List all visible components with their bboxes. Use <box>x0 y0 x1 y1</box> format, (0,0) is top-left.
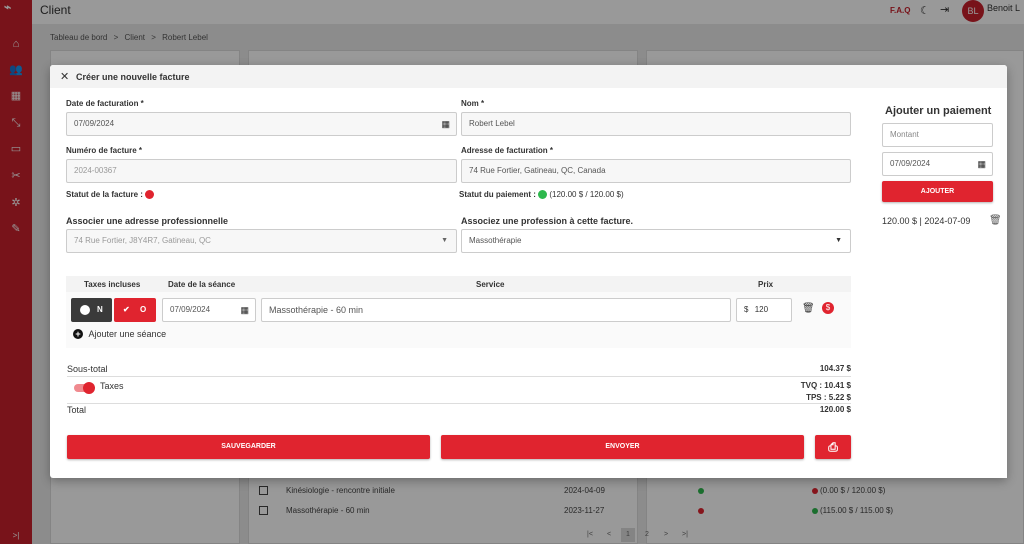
add-session-label: Ajouter une séance <box>88 329 167 339</box>
printer-icon: ⎙ <box>828 440 838 454</box>
header-price: Prix <box>758 280 774 289</box>
chevron-down-icon: ▼ <box>441 237 448 244</box>
tps-value: TPS : 5.22 $ <box>806 393 851 402</box>
taxes-switch[interactable] <box>74 382 95 394</box>
payment-status: Statut du paiement : (120.00 $ / 120.00 … <box>459 190 624 200</box>
invoice-status-label: Statut de la facture : <box>66 190 143 199</box>
header-date: Date de la séance <box>168 280 236 289</box>
name-label: Nom * <box>461 99 485 108</box>
check-circle-icon: ✔ <box>123 305 130 314</box>
calendar-icon[interactable]: ▦ <box>977 153 986 175</box>
header-service: Service <box>476 280 505 289</box>
print-button[interactable]: ⎙ <box>815 435 851 459</box>
date-label: Date de facturation * <box>66 99 144 108</box>
dollar-icon[interactable]: $ <box>822 302 834 314</box>
tax-no-toggle[interactable]: N <box>71 298 112 322</box>
profession-value: Massothérapie <box>469 236 522 245</box>
divider <box>67 403 851 404</box>
sessions-section: Taxes incluses Date de la séance Service… <box>66 276 851 348</box>
payment-entry: 120.00 $ | 2024-07-09 <box>882 216 971 226</box>
trash-icon[interactable]: 🗑 <box>802 303 815 314</box>
subtotal-label: Sous-total <box>67 364 108 374</box>
modal-header: ✕ Créer une nouvelle facture <box>50 65 1007 88</box>
taxes-label: Taxes <box>100 381 124 391</box>
tax-yes-label: O <box>140 305 147 314</box>
trash-icon[interactable]: 🗑 <box>989 215 1002 226</box>
send-button[interactable]: ENVOYER <box>441 435 804 459</box>
chevron-down-icon: ▼ <box>835 237 842 244</box>
tvq-value: TVQ : 10.41 $ <box>800 381 851 390</box>
profession-label: Associez une profession à cette facture. <box>461 216 634 226</box>
date-value: 07/09/2024 <box>74 119 115 128</box>
close-icon[interactable]: ✕ <box>60 70 69 83</box>
name-input[interactable]: Robert Lebel <box>461 112 851 136</box>
subtotal-row: Sous-total 104.37 $ <box>67 364 851 374</box>
invoice-number-label: Numéro de facture * <box>66 146 143 155</box>
invoice-modal: ✕ Créer une nouvelle facture Date de fac… <box>50 65 1007 478</box>
address-input[interactable]: 74 Rue Fortier, Gatineau, QC, Canada <box>461 159 851 183</box>
invoice-number-input[interactable]: 2024-00367 <box>66 159 457 183</box>
subtotal-value: 104.37 $ <box>819 364 851 373</box>
session-date-input[interactable]: 07/09/2024 ▦ <box>162 298 256 322</box>
tax-no-label: N <box>97 305 103 314</box>
address-label: Adresse de facturation * <box>461 146 554 155</box>
divider <box>67 376 851 377</box>
pro-address-value: 74 Rue Fortier, J8Y4R7, Gatineau, QC <box>74 236 211 245</box>
amount-input[interactable]: Montant <box>882 123 993 147</box>
calendar-icon[interactable]: ▦ <box>240 299 249 321</box>
total-label: Total <box>67 405 87 415</box>
radio-icon <box>80 305 90 315</box>
payment-status-label: Statut du paiement : <box>459 190 536 199</box>
modal-title: Créer une nouvelle facture <box>76 72 190 82</box>
profession-select[interactable]: Massothérapie ▼ <box>461 229 851 253</box>
plus-circle-icon: + <box>73 329 83 339</box>
total-value: 120.00 $ <box>819 405 851 414</box>
payment-date-input[interactable]: 07/09/2024 ▦ <box>882 152 993 176</box>
session-date-value: 07/09/2024 <box>170 305 211 314</box>
pro-address-label: Associer une adresse professionnelle <box>66 216 229 226</box>
currency-symbol: $ <box>744 305 749 314</box>
header-taxes: Taxes incluses <box>84 280 141 289</box>
price-input[interactable]: $ 120 <box>736 298 792 322</box>
price-value: 120 <box>754 305 769 314</box>
invoice-status: Statut de la facture : <box>66 190 155 200</box>
add-payment-button[interactable]: AJOUTER <box>882 181 993 202</box>
date-input[interactable]: 07/09/2024 ▦ <box>66 112 457 136</box>
payment-status-value: (120.00 $ / 120.00 $) <box>549 190 624 199</box>
add-session-button[interactable]: + Ajouter une séance <box>73 329 166 339</box>
payment-date-value: 07/09/2024 <box>890 159 931 168</box>
payment-title: Ajouter un paiement <box>885 105 992 117</box>
pro-address-select[interactable]: 74 Rue Fortier, J8Y4R7, Gatineau, QC ▼ <box>66 229 457 253</box>
sessions-header: Taxes incluses Date de la séance Service… <box>66 276 851 292</box>
status-dot-green <box>538 190 548 200</box>
save-button[interactable]: SAUVEGARDER <box>67 435 430 459</box>
total-row: Total 120.00 $ <box>67 405 851 415</box>
tax-yes-toggle[interactable]: ✔ O <box>114 298 156 322</box>
service-input[interactable]: Massothérapie - 60 min <box>261 298 731 322</box>
status-dot-red <box>145 190 155 200</box>
calendar-icon[interactable]: ▦ <box>441 113 450 135</box>
payment-panel: Ajouter un paiement Montant 07/09/2024 ▦… <box>867 88 1007 478</box>
